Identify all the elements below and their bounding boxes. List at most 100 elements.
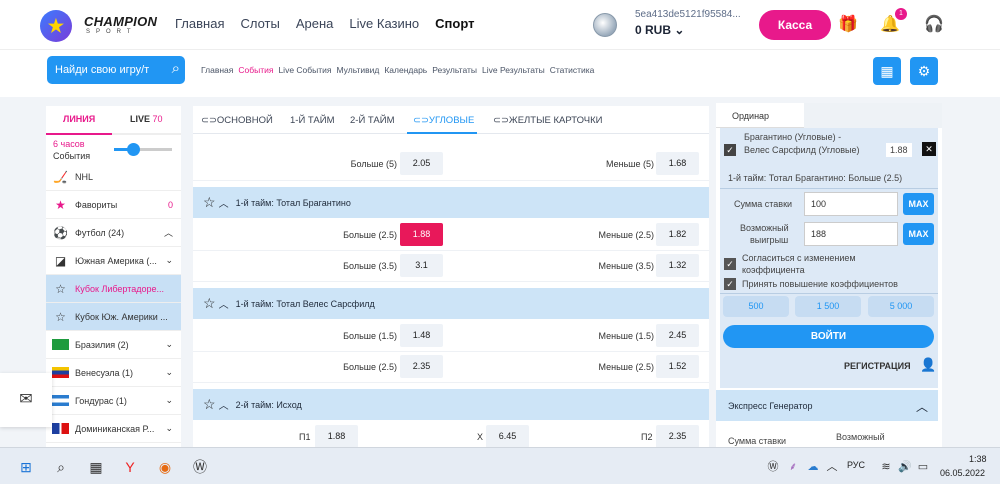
sidebar-item-favorites[interactable]: ★ Фавориты 0 (46, 191, 181, 219)
feather-icon[interactable]: ⸙ (783, 457, 803, 477)
nav-sport[interactable]: Спорт (435, 16, 474, 31)
tab-live[interactable]: LIVE 70 (130, 114, 163, 124)
market-header[interactable]: ☆ ︿ 1-й тайм: Тотал Брагантино (193, 187, 709, 218)
settings-button[interactable]: ⚙ (910, 57, 938, 85)
express-generator-header[interactable]: Экспресс Генератор ︿ (716, 390, 938, 421)
odds-button[interactable]: 6.45 (486, 425, 529, 447)
venezuela-flag-icon (52, 366, 69, 380)
quick-stake-500[interactable]: 500 (723, 296, 789, 317)
sidebar-item-libertadores[interactable]: ☆ Кубок Либертадоре... (46, 275, 181, 303)
clock-date[interactable]: 06.05.2022 (940, 468, 985, 478)
max-button[interactable]: MAX (903, 223, 934, 245)
odds-button[interactable]: 1.48 (400, 324, 443, 347)
close-icon[interactable]: ✕ (922, 142, 936, 156)
star-outline-icon[interactable]: ☆ (203, 295, 216, 312)
balance[interactable]: 0 RUB ⌄ (635, 23, 684, 37)
odds-button[interactable]: 1.32 (656, 254, 699, 277)
tray-expand-icon[interactable]: ︿ (822, 457, 842, 477)
sidebar-item-football[interactable]: ⚽ Футбол (24) ︿ (46, 219, 181, 247)
sidebar-item-dominican[interactable]: Доминиканская Р... ⌄ (46, 415, 181, 443)
tab-yellow-cards[interactable]: ⊂⊃ЖЕЛТЫЕ КАРТОЧКИ (493, 115, 602, 126)
calculator-icon[interactable]: ▦ (86, 457, 106, 477)
tab-1st-half[interactable]: 1-Й ТАЙМ (290, 115, 334, 126)
windows-start-icon[interactable]: ⊞ (16, 457, 36, 477)
onedrive-icon[interactable]: ☁ (803, 457, 823, 477)
volume-icon[interactable]: 🔊 (895, 457, 915, 477)
logo-title: CHAMPION (84, 14, 158, 29)
sidebar-item-south-america[interactable]: ◪ Южная Америка (... ⌄ (46, 247, 181, 275)
wifi-icon[interactable]: ≋ (876, 457, 896, 477)
language-indicator[interactable]: РУС (847, 460, 865, 470)
odds-button[interactable]: 1.52 (656, 355, 699, 378)
subnav-live-events[interactable]: Live События (278, 65, 331, 75)
calculator-button[interactable]: ▦ (873, 57, 901, 85)
accept-change-checkbox[interactable]: ✓ (724, 258, 736, 270)
tray-app-icon[interactable]: Ⓦ (763, 457, 783, 477)
max-button[interactable]: MAX (903, 193, 934, 215)
subnav-results[interactable]: Результаты (432, 65, 477, 75)
bet-slip: Ординар ✓ Брагантино (Угловые) - Велес С… (716, 103, 942, 447)
odds-button[interactable]: 2.35 (656, 425, 699, 447)
tab-corners[interactable]: ⊂⊃УГЛОВЫЕ (413, 115, 474, 126)
market-header[interactable]: ☆ ︿ 2-й тайм: Исход (193, 389, 709, 420)
odds-button[interactable]: 1.88 (315, 425, 358, 447)
quick-stake-1500[interactable]: 1 500 (795, 296, 861, 317)
accept-change-label: Согласиться с изменением (742, 253, 856, 263)
odds-button[interactable]: 1.68 (656, 152, 699, 175)
tab-line[interactable]: ЛИНИЯ (63, 114, 95, 124)
subnav-events[interactable]: События (238, 65, 273, 75)
avatar[interactable] (593, 13, 617, 37)
divider (720, 188, 938, 189)
star-outline-icon[interactable]: ☆ (52, 282, 69, 296)
stake-input[interactable]: 100 (804, 192, 898, 216)
market-header[interactable]: ☆ ︿ 1-й тайм: Тотал Велес Сарсфилд (193, 288, 709, 319)
odds-button[interactable]: 1.82 (656, 223, 699, 246)
yandex-browser-icon[interactable]: Y (120, 457, 140, 477)
app-icon[interactable]: Ⓦ (190, 457, 210, 477)
headset-icon[interactable]: 🎧 (924, 15, 944, 35)
mail-icon[interactable]: ✉ (0, 373, 52, 427)
sidebar-item-sudamericana[interactable]: ☆ Кубок Юж. Америки ... (46, 303, 181, 331)
tab-single[interactable]: Ординар (716, 103, 804, 128)
subnav-live-results[interactable]: Live Результаты (482, 65, 545, 75)
odds-button[interactable]: 2.35 (400, 355, 443, 378)
battery-icon[interactable]: ▭ (913, 457, 933, 477)
period-label: 6 часов (53, 139, 85, 149)
nav-slots[interactable]: Слоты (240, 16, 279, 31)
register-link[interactable]: РЕГИСТРАЦИЯ (844, 361, 911, 371)
search-button[interactable]: Найди свою игру/т ⌕ (47, 56, 185, 84)
login-button[interactable]: ВОЙТИ (723, 325, 934, 348)
star-outline-icon[interactable]: ☆ (52, 310, 69, 324)
gift-icon[interactable]: 🎁 (838, 15, 858, 35)
sidebar-item-brazil[interactable]: Бразилия (2) ⌄ (46, 331, 181, 359)
sidebar-item-nhl[interactable]: 🏒 NHL (46, 163, 181, 191)
nav-live-casino[interactable]: Live Казино (349, 16, 419, 31)
odds-button[interactable]: 2.05 (400, 152, 443, 175)
nav-arena[interactable]: Арена (296, 16, 334, 31)
tab-2nd-half[interactable]: 2-Й ТАЙМ (350, 115, 394, 126)
quick-stake-5000[interactable]: 5 000 (868, 296, 934, 317)
tab-main[interactable]: ⊂⊃ОСНОВНОЙ (201, 115, 273, 126)
search-icon[interactable]: ⌕ (51, 457, 71, 477)
clock-time[interactable]: 1:38 (969, 454, 987, 464)
subnav-calendar[interactable]: Календарь (384, 65, 427, 75)
firefox-icon[interactable]: ◉ (155, 457, 175, 477)
bet-checkbox[interactable]: ✓ (724, 144, 736, 156)
cashier-button[interactable]: Касса (759, 10, 831, 40)
subnav-multiview[interactable]: Мультивид (337, 65, 380, 75)
star-outline-icon[interactable]: ☆ (203, 396, 216, 413)
subnav-home[interactable]: Главная (201, 65, 233, 75)
champion-logo[interactable]: ★ CHAMPION SPORT (40, 10, 157, 42)
period-slider[interactable] (114, 143, 172, 156)
accept-raise-checkbox[interactable]: ✓ (724, 278, 736, 290)
odds-button[interactable]: 2.45 (656, 324, 699, 347)
odds-button-selected[interactable]: 1.88 (400, 223, 443, 246)
sidebar-item-honduras[interactable]: Гондурас (1) ⌄ (46, 387, 181, 415)
odds-label: Больше (2.5) (343, 230, 397, 240)
user-icon[interactable]: 👤 (920, 357, 936, 373)
subnav-statistics[interactable]: Статистика (550, 65, 595, 75)
sidebar-item-venezuela[interactable]: Венесуэла (1) ⌄ (46, 359, 181, 387)
nav-home[interactable]: Главная (175, 16, 224, 31)
star-outline-icon[interactable]: ☆ (203, 194, 216, 211)
odds-button[interactable]: 3.1 (400, 254, 443, 277)
